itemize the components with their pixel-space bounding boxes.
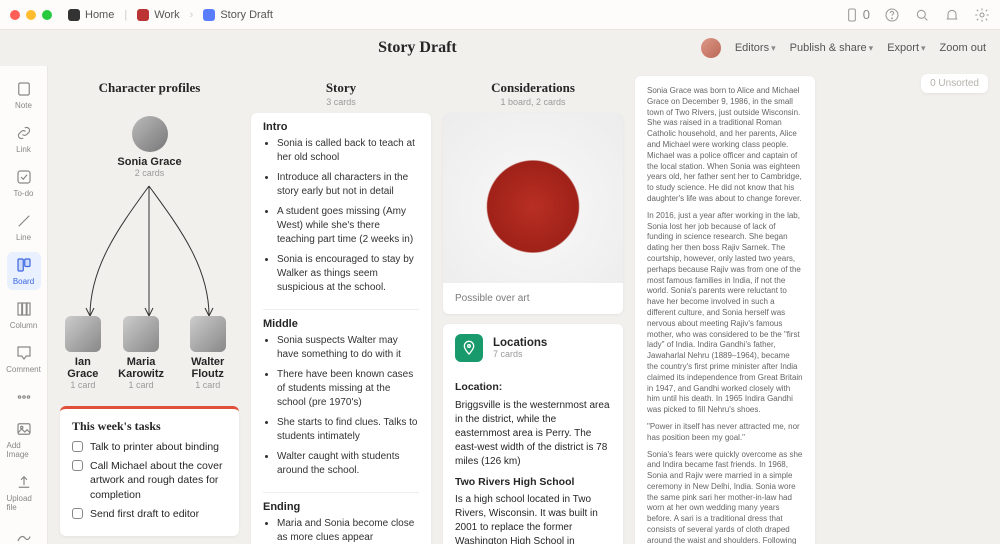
zoom-out-button[interactable]: Zoom out [940,42,986,54]
pin-icon [455,334,483,362]
checkbox[interactable] [72,441,83,452]
checkbox[interactable] [72,460,83,471]
profiles-tree[interactable]: Sonia Grace 2 cards Ian Grace1 card Mari… [60,96,239,396]
checkbox[interactable] [72,508,83,519]
device-badge[interactable]: 0 [844,7,870,23]
tasks-card[interactable]: This week's tasks Talk to printer about … [60,406,239,536]
story-title: Story [251,76,431,96]
avatar[interactable] [701,38,721,58]
child-maria[interactable]: Maria Karowitz1 card [106,316,177,390]
locations-card[interactable]: Locations7 cards Location: Briggsville i… [443,324,623,544]
help-icon[interactable] [884,7,900,23]
editors-menu[interactable]: Editors▾ [735,42,776,54]
export-menu[interactable]: Export▾ [887,42,925,54]
tool-add-image[interactable]: Add Image [7,416,41,463]
note-sonia[interactable]: Sonia Grace was born to Alice and Michae… [635,76,815,544]
tool-comment[interactable]: Comment [7,340,41,378]
unsorted-badge[interactable]: 0 Unsorted [921,74,988,93]
crumb-work[interactable]: Work [133,7,183,23]
tool-board[interactable]: Board [7,252,41,290]
tool-rail: Note Link To-do Line Board Column Commen… [0,66,48,544]
search-icon[interactable] [914,7,930,23]
publish-menu[interactable]: Publish & share▾ [790,42,874,54]
child-walter[interactable]: Walter Floutz1 card [176,316,239,390]
window-controls[interactable] [10,10,52,20]
profiles-title: Character profiles [60,76,239,96]
page-title: Story Draft [134,39,701,57]
tool-todo[interactable]: To-do [7,164,41,202]
tool-link[interactable]: Link [7,120,41,158]
gear-icon[interactable] [974,7,990,23]
crumb-home[interactable]: Home [64,7,118,23]
tool-more[interactable] [7,384,41,410]
bell-icon[interactable] [944,7,960,23]
tool-note[interactable]: Note [7,76,41,114]
consider-card[interactable]: Possible over art [443,113,623,314]
story-card[interactable]: Intro Sonia is called back to teach at h… [251,113,431,544]
child-ian[interactable]: Ian Grace1 card [60,316,106,390]
consider-title: Considerations [443,76,623,96]
avatar-sonia[interactable] [132,116,168,152]
artwork-image [443,113,623,283]
crumb-doc[interactable]: Story Draft [199,7,277,23]
tool-upload[interactable]: Upload file [7,469,41,516]
tool-line[interactable]: Line [7,208,41,246]
tool-draw[interactable]: Draw [7,522,41,544]
tool-column[interactable]: Column [7,296,41,334]
